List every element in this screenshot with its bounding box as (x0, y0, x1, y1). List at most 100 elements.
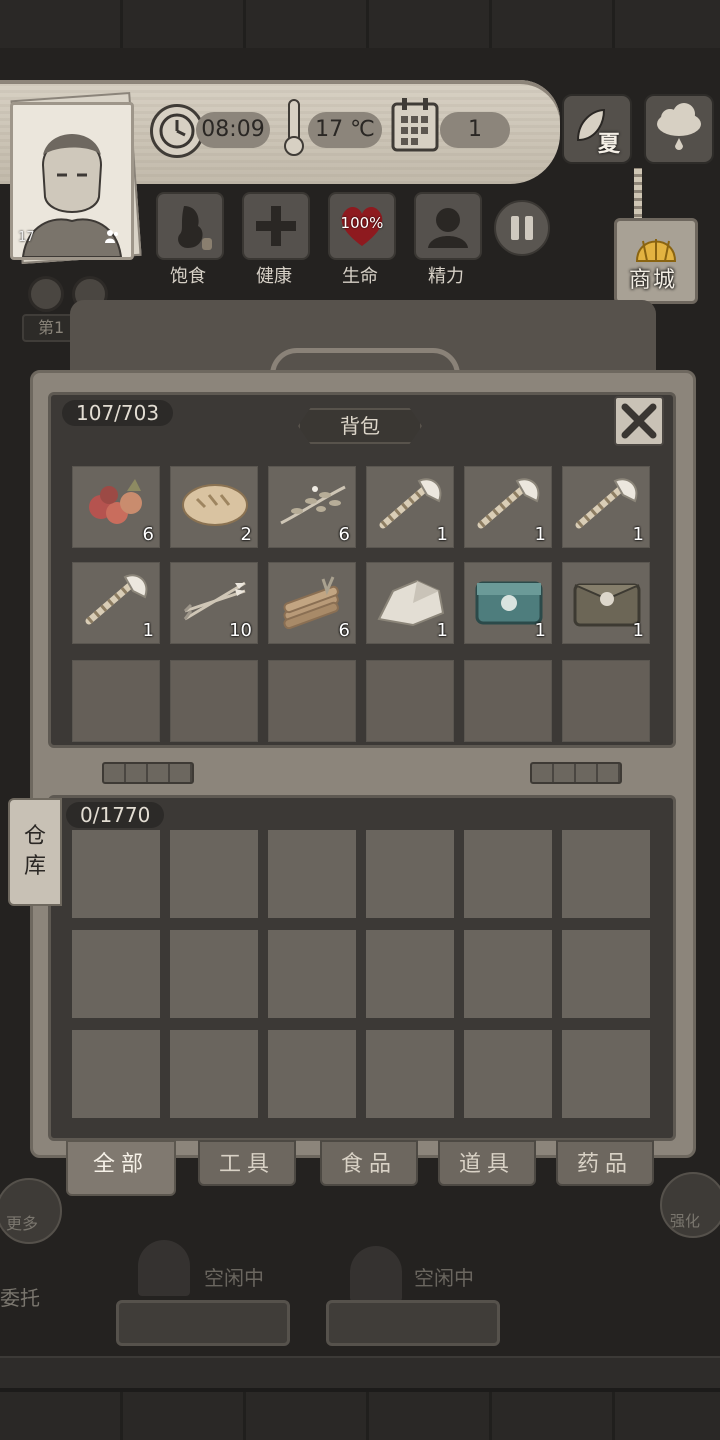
warehouse-slot[interactable] (268, 1030, 356, 1118)
pause-icon (511, 216, 519, 240)
inventory-slot[interactable]: 6 (268, 562, 356, 644)
item-quantity: 1 (436, 524, 448, 545)
bottom-bar (0, 1356, 720, 1388)
item-quantity: 1 (436, 620, 448, 641)
inventory-slot[interactable]: 1 (366, 466, 454, 548)
warehouse-slot[interactable] (72, 1030, 160, 1118)
item-quantity: 2 (240, 524, 252, 545)
close-icon (621, 403, 657, 439)
item-quantity: 1 (142, 620, 154, 641)
empty-slot[interactable] (170, 660, 258, 742)
warehouse-slot[interactable] (464, 930, 552, 1018)
inventory-slot[interactable]: 2 (170, 466, 258, 548)
inventory-slot[interactable]: 1 (464, 562, 552, 644)
inventory-slot[interactable]: 1 (562, 562, 650, 644)
warehouse-slot[interactable] (366, 930, 454, 1018)
warehouse-slot[interactable] (562, 1030, 650, 1118)
pause-button[interactable] (494, 200, 550, 256)
party-icon (104, 228, 120, 244)
inventory-slot[interactable]: 6 (268, 466, 356, 548)
warehouse-capacity: 0/1770 (66, 802, 165, 828)
item-quantity: 10 (229, 620, 252, 641)
inventory-slot[interactable]: 1 (72, 562, 160, 644)
tab-tools[interactable]: 工具 (198, 1140, 296, 1186)
person-icon (428, 208, 468, 248)
inventory-slot[interactable]: 10 (170, 562, 258, 644)
warehouse-slot[interactable] (562, 830, 650, 918)
energy-label: 精力 (428, 266, 464, 287)
commission-button[interactable]: 委托 (0, 1282, 60, 1312)
item-quantity: 6 (142, 524, 154, 545)
tab-food[interactable]: 食品 (320, 1140, 418, 1186)
warehouse-slot[interactable] (72, 930, 160, 1018)
warehouse-slot[interactable] (170, 930, 258, 1018)
warehouse-slot[interactable] (268, 830, 356, 918)
worker-portrait (350, 1246, 402, 1302)
energy-stat[interactable] (414, 192, 482, 260)
tab-medicine[interactable]: 药品 (556, 1140, 654, 1186)
warehouse-slot[interactable] (170, 1030, 258, 1118)
calendar-icon (390, 96, 440, 154)
warehouse-slot[interactable] (170, 830, 258, 918)
season-button[interactable]: 夏 (562, 94, 632, 164)
close-button[interactable] (614, 396, 664, 446)
warehouse-slot[interactable] (464, 830, 552, 918)
plus-icon (256, 206, 296, 246)
rain-cloud-icon (657, 103, 701, 150)
shop-label: 商城 (628, 268, 677, 293)
empty-slot[interactable] (562, 660, 650, 742)
warehouse-slot[interactable] (366, 1030, 454, 1118)
enhance-label: 强化 (670, 1212, 701, 1230)
empty-slot[interactable] (268, 660, 356, 742)
top-frame (0, 0, 720, 48)
more-label: 更多 (6, 1214, 39, 1233)
health-stat[interactable] (242, 192, 310, 260)
drumstick-icon (28, 276, 64, 312)
item-quantity: 1 (534, 620, 546, 641)
weather-button[interactable] (644, 94, 714, 164)
chest-hinge (530, 762, 622, 784)
life-label: 生命 (342, 266, 378, 287)
leaf-icon (576, 108, 606, 142)
empty-slot[interactable] (72, 660, 160, 742)
worker-status: 空闲中 (414, 1266, 474, 1290)
warehouse-slot[interactable] (268, 930, 356, 1018)
chest-hinge (102, 762, 194, 784)
health-label: 健康 (256, 266, 292, 287)
life-stat[interactable]: 100% (328, 192, 396, 260)
time-display: 08:09 (196, 112, 270, 148)
item-quantity: 1 (632, 620, 644, 641)
inventory-slot[interactable]: 1 (562, 466, 650, 548)
enhance-button[interactable]: 强化 (660, 1172, 720, 1238)
player-level: 17 (18, 230, 35, 245)
thermometer-icon (280, 98, 308, 158)
warehouse-slot[interactable] (562, 930, 650, 1018)
bottom-frame (0, 1392, 720, 1440)
temperature-display: 17 ℃ (308, 112, 382, 148)
warehouse-slot[interactable] (464, 1030, 552, 1118)
item-quantity: 6 (338, 620, 350, 641)
worker-status: 空闲中 (204, 1266, 264, 1290)
hunger-label: 饱食 (170, 266, 206, 287)
hunger-stat[interactable] (156, 192, 224, 260)
warehouse-slot[interactable] (366, 830, 454, 918)
worker-stats-bar (116, 1300, 290, 1346)
item-quantity: 6 (338, 524, 350, 545)
item-quantity: 1 (534, 524, 546, 545)
empty-slot[interactable] (366, 660, 454, 742)
warehouse-tab[interactable]: 仓库 (8, 798, 62, 906)
inventory-slot[interactable]: 1 (464, 466, 552, 548)
worker-stats-bar (326, 1300, 500, 1346)
inventory-slot[interactable]: 6 (72, 466, 160, 548)
tab-props[interactable]: 道具 (438, 1140, 536, 1186)
warehouse-slot[interactable] (72, 830, 160, 918)
inventory-slot[interactable]: 1 (366, 562, 454, 644)
empty-slot[interactable] (464, 660, 552, 742)
backpack-capacity: 107/703 (62, 400, 174, 426)
commission-label: 委托 (0, 1286, 40, 1310)
item-quantity: 1 (632, 524, 644, 545)
shop-rope (634, 168, 642, 222)
season-label: 夏 (598, 132, 621, 157)
warehouse-tab-label: 仓库 (23, 824, 46, 879)
tab-all[interactable]: 全部 (66, 1140, 176, 1196)
